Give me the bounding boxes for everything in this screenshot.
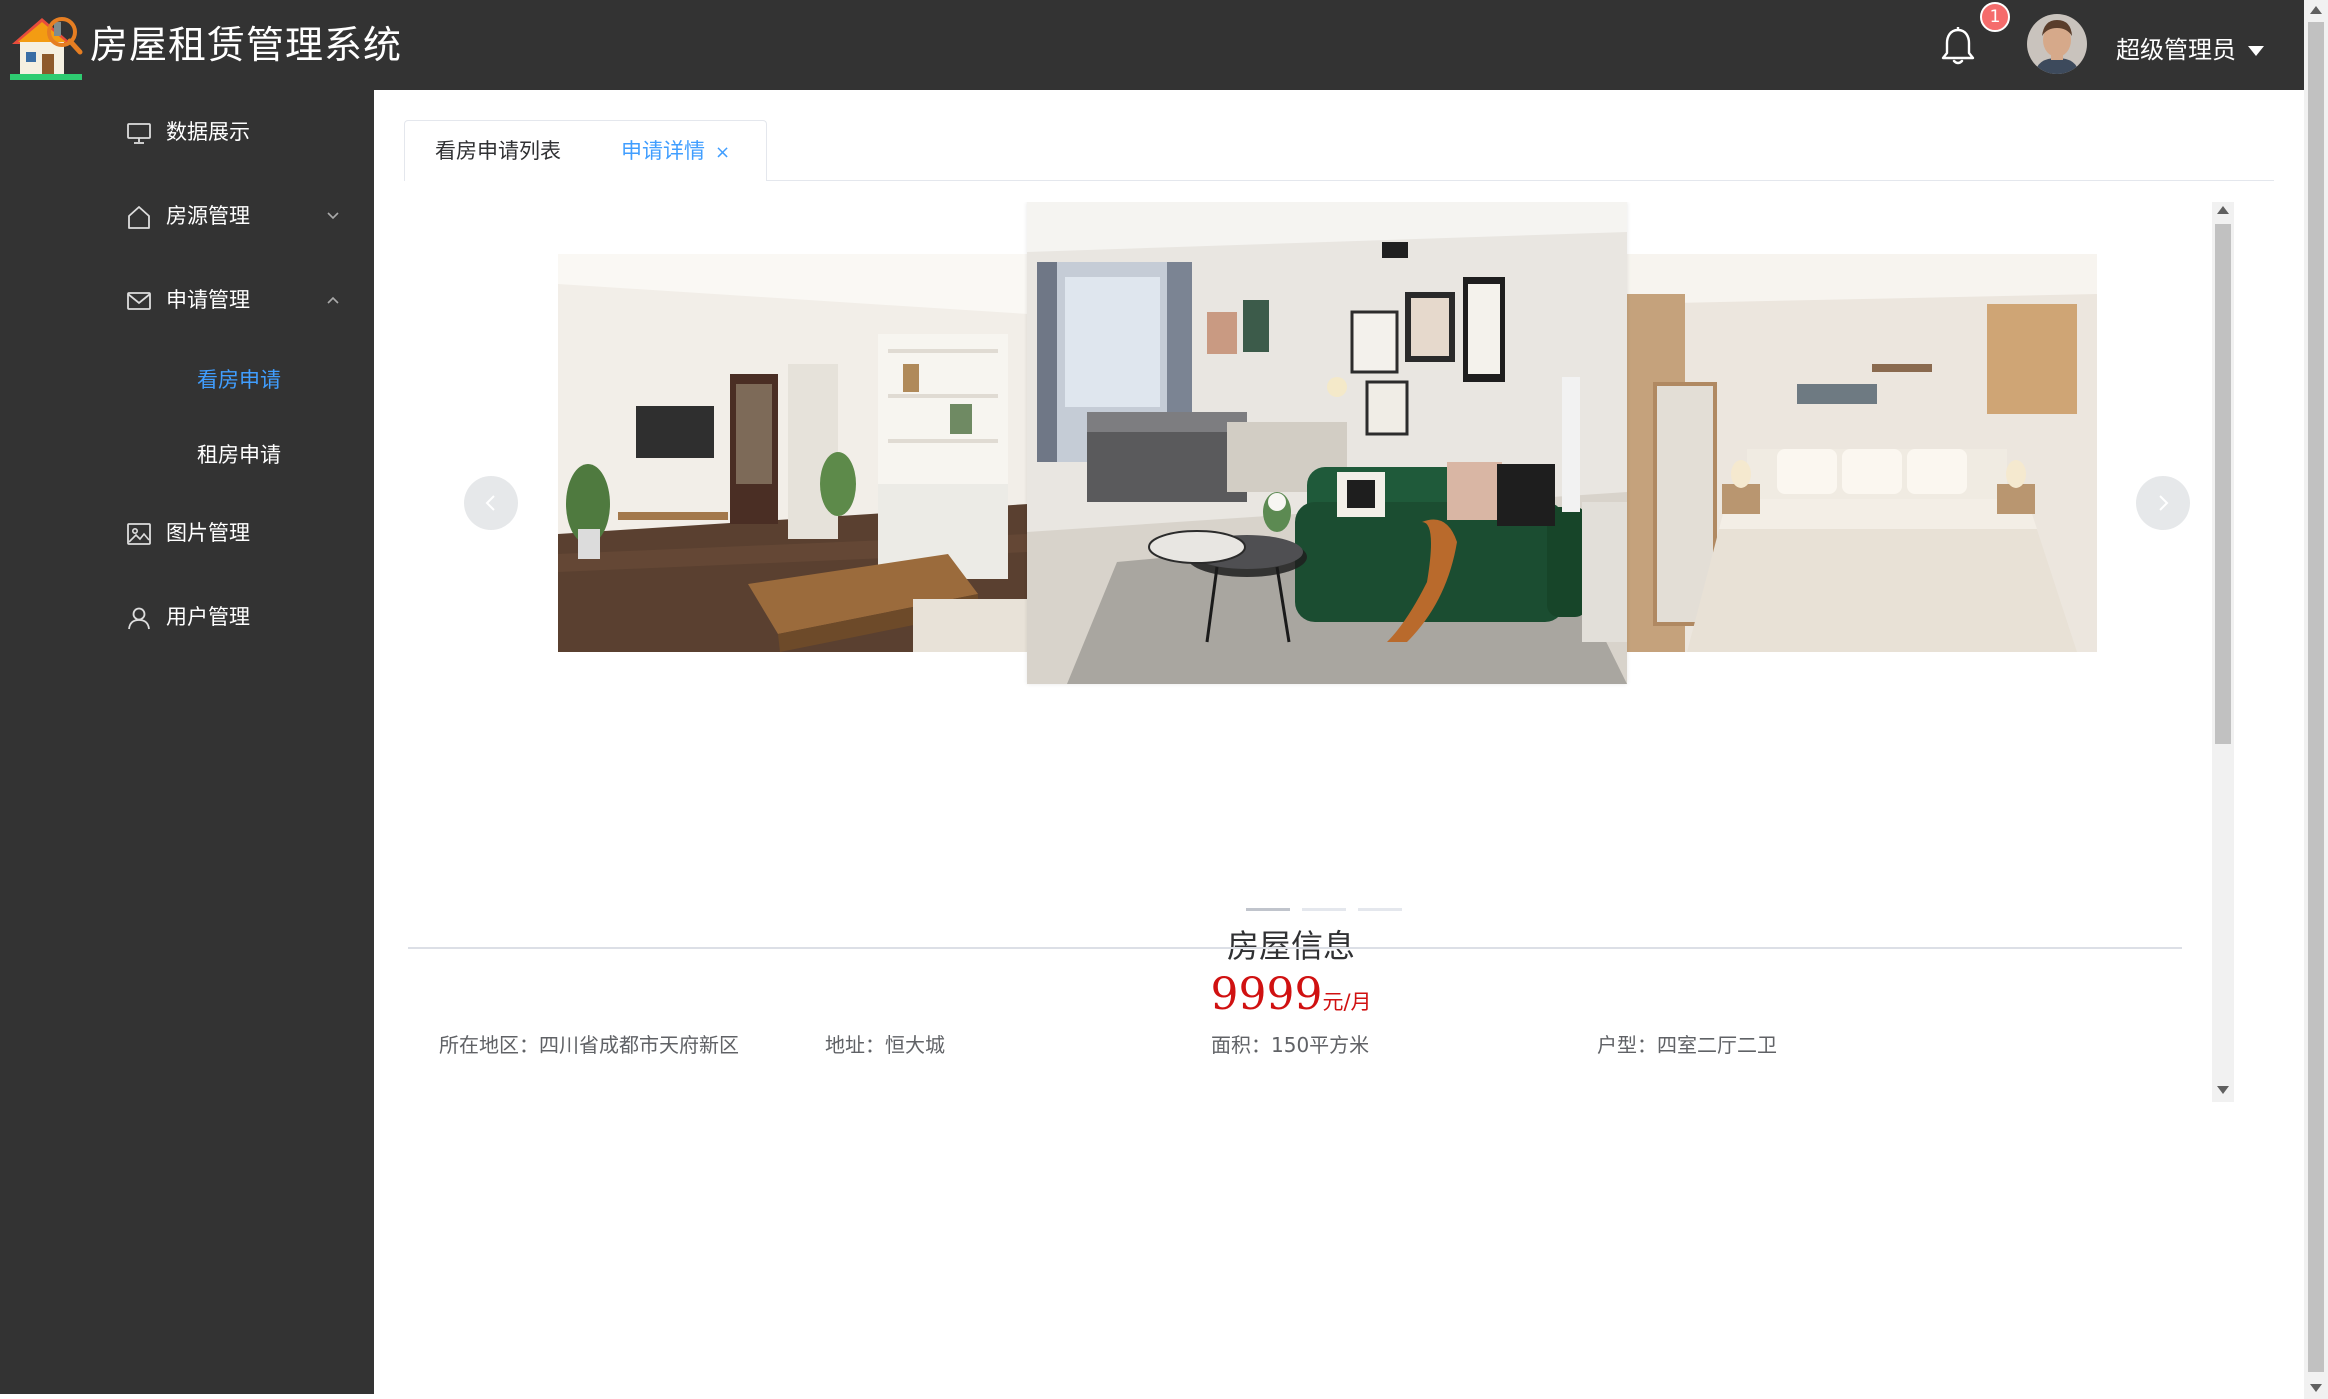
sofa-living-room-photo xyxy=(1027,202,1627,684)
carousel-indicators xyxy=(1246,908,1402,914)
scroll-down-icon[interactable] xyxy=(2217,1086,2229,1094)
sidebar-item-label: 房源管理 xyxy=(166,204,250,228)
carousel-indicator[interactable] xyxy=(1246,908,1290,911)
sidebar: 数据展示 房源管理 申请管理 看房申请 租房申请 图片管理 用户管理 xyxy=(0,90,374,1394)
area-info: 面积：150平方米 xyxy=(1211,1033,1370,1057)
home-icon xyxy=(128,206,150,229)
chevron-left-icon xyxy=(485,495,495,511)
tab-bar: 看房申请列表 申请详情 × xyxy=(404,120,2274,181)
chevron-up-icon xyxy=(327,296,339,304)
user-menu-dropdown[interactable]: 超级管理员 xyxy=(2116,30,2264,70)
bedroom-photo xyxy=(1627,254,2097,652)
carousel-indicator[interactable] xyxy=(1358,908,1402,911)
carousel-prev-button[interactable] xyxy=(464,476,518,530)
close-icon[interactable]: × xyxy=(715,123,730,183)
user-icon xyxy=(128,607,150,630)
bell-icon[interactable] xyxy=(1940,26,1976,66)
sidebar-item-label: 申请管理 xyxy=(166,288,250,312)
carousel-slide-living-room[interactable] xyxy=(558,254,1028,652)
sidebar-item-label: 数据展示 xyxy=(166,120,250,144)
sidebar-item-image-management[interactable]: 图片管理 xyxy=(0,499,374,569)
app-title: 房屋租赁管理系统 xyxy=(90,23,403,67)
user-name: 超级管理员 xyxy=(2116,36,2236,64)
scroll-down-icon[interactable] xyxy=(2310,1384,2322,1392)
living-room-photo xyxy=(558,254,1028,652)
rent-price-unit: 元/月 xyxy=(1322,990,1372,1014)
scroll-thumb[interactable] xyxy=(2308,22,2324,1372)
carousel-slide-bedroom[interactable] xyxy=(1627,254,2097,652)
detail-content: 房屋信息 9999元/月 xyxy=(404,202,2252,1102)
section-divider xyxy=(408,947,2182,949)
submenu-item-rental-application[interactable]: 租房申请 xyxy=(0,425,374,485)
tab-label: 申请详情 xyxy=(621,139,705,163)
region-info: 所在地区：四川省成都市天府新区 xyxy=(439,1033,739,1057)
address-info: 地址：恒大城 xyxy=(825,1033,945,1057)
page-scrollbar[interactable] xyxy=(2304,0,2328,1399)
sidebar-item-user-management[interactable]: 用户管理 xyxy=(0,583,374,653)
monitor-icon xyxy=(127,123,151,144)
submenu-item-label: 租房申请 xyxy=(197,443,281,467)
rent-price: 9999 xyxy=(1210,969,1323,1020)
image-icon xyxy=(127,523,151,545)
scroll-up-icon[interactable] xyxy=(2310,6,2322,14)
sidebar-item-application-management[interactable]: 申请管理 xyxy=(0,266,374,336)
sidebar-item-data-display[interactable]: 数据展示 xyxy=(0,98,374,168)
avatar[interactable] xyxy=(2027,14,2087,74)
main-panel: 看房申请列表 申请详情 × 房屋信息 9999元/月 所在地区：四川省成都市天府… xyxy=(374,90,2304,1394)
submenu-item-label: 看房申请 xyxy=(197,368,281,392)
tab-application-detail[interactable]: 申请详情 × xyxy=(591,120,767,181)
content-scrollbar[interactable] xyxy=(2212,202,2234,1102)
tab-label: 看房申请列表 xyxy=(435,139,561,163)
chevron-down-icon xyxy=(327,212,339,220)
sidebar-item-label: 用户管理 xyxy=(166,605,250,629)
caret-down-icon xyxy=(2248,46,2264,56)
carousel-next-button[interactable] xyxy=(2136,476,2190,530)
layout-info: 户型：四室二厅二卫 xyxy=(1597,1033,1777,1057)
house-info-title: 房屋信息 xyxy=(1226,927,1355,965)
scroll-thumb[interactable] xyxy=(2215,224,2231,744)
sidebar-item-label: 图片管理 xyxy=(166,521,250,545)
carousel-slide-sofa-living-room[interactable] xyxy=(1027,202,1627,684)
top-header: 房屋租赁管理系统 1 超级管理员 xyxy=(0,0,2304,90)
chevron-right-icon xyxy=(2159,495,2169,511)
mail-icon xyxy=(127,292,151,310)
submenu-item-viewing-application[interactable]: 看房申请 xyxy=(0,350,374,410)
photo-carousel xyxy=(404,202,2238,842)
carousel-indicator[interactable] xyxy=(1302,908,1346,911)
scroll-up-icon[interactable] xyxy=(2217,206,2229,214)
notification-badge: 1 xyxy=(1980,2,2010,32)
house-logo-icon xyxy=(10,17,83,80)
sidebar-item-property-management[interactable]: 房源管理 xyxy=(0,182,374,252)
tab-viewing-application-list[interactable]: 看房申请列表 xyxy=(404,120,592,181)
price-row: 9999元/月 xyxy=(404,968,2178,1031)
